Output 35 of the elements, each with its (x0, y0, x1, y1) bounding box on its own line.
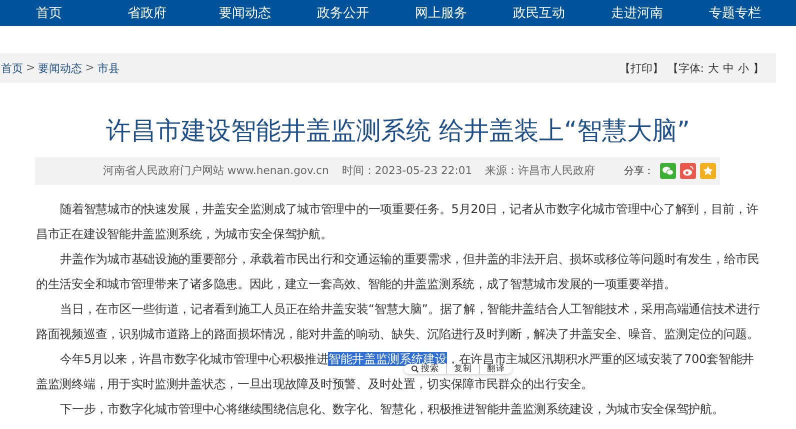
article-title: 许昌市建设智能井盖监测系统 给井盖装上“智慧大脑” (105, 115, 691, 147)
article-paragraph: 随着智慧城市的快速发展，井盖安全监测成了城市管理中的一项重要任务。5月20日，记者从市数字化城市管理中心了解到，目前，许昌市正在建设智能井盖监测系统，为城市安全保驾护航。 (36, 201, 760, 243)
article-source: 来源：许昌市人民政府 (485, 164, 596, 178)
nav-link[interactable]: 走进河南 (588, 4, 686, 22)
article-paragraph: 当日，在市区一些街道，记者看到施工人员正在给井盖安装“智慧大脑”。据了解，智能井盖结合人工智能技术，采用高端通信技术进行路面视频巡查，识别城市道路上的路面损坏情况，能对井盖的响动、缺失、沉陷进行及时判断，解决了井盖安全、噪音、监测定位的问题。 (36, 301, 761, 343)
nav-link[interactable]: 省政府 (98, 4, 196, 22)
breadcrumb-link[interactable]: 要闻动态 (38, 60, 82, 76)
nav-link[interactable]: 首页 (0, 4, 98, 22)
breadcrumb-separator: > (85, 60, 94, 76)
article-paragraph: 井盖作为城市基础设施的重要部分，承载着市民出行和交通运输的重要需求，但井盖的非法开启、损坏或移位等问题时有发生，给市民的生活安全和城市管理带来了诸多隐患。因此，建立一套高效、智能的井盖监测系统，成了智慧城市发展的一项重要举措。 (36, 251, 760, 293)
font-size-label: 【字体: (667, 60, 704, 76)
breadcrumb-separator: > (26, 60, 36, 76)
share-label: 分享： (624, 164, 654, 178)
wechat-share-icon[interactable] (660, 163, 676, 179)
selection-action[interactable]: 搜索 (411, 364, 439, 374)
article-paragraph: 下一步，市数字化城市管理中心将继续围绕信息化、数字化、智慧化，积极推进智能井盖监测系统建设，为城市安全保驾护航。 (59, 401, 725, 418)
font-size-link[interactable]: 中 (723, 60, 734, 76)
nav-link[interactable]: 政务公开 (294, 4, 392, 22)
print-link[interactable]: 【打印】 (619, 60, 664, 76)
bracket-text: 】 (753, 60, 764, 76)
nav-link[interactable]: 网上服务 (392, 4, 490, 22)
nav-link[interactable]: 专题专栏 (686, 4, 784, 22)
selection-action[interactable]: 翻译 (487, 364, 505, 374)
publish-time: 时间：2023-05-23 22:01 (342, 164, 472, 178)
search-icon (411, 365, 419, 373)
nav-link[interactable]: 要闻动态 (196, 4, 294, 22)
breadcrumb-link[interactable]: 首页 (1, 60, 23, 76)
selection-action[interactable]: 复制 (454, 364, 472, 374)
star-share-icon[interactable] (700, 163, 716, 179)
font-size-link[interactable]: 大 (708, 60, 719, 76)
font-size-link[interactable]: 小 (738, 60, 749, 76)
breadcrumb-link[interactable]: 市县 (97, 60, 120, 76)
weibo-share-icon[interactable] (680, 163, 696, 179)
nav-link[interactable]: 政民互动 (490, 4, 588, 22)
site-name: 河南省人民政府门户网站 www.henan.gov.cn (103, 164, 329, 178)
